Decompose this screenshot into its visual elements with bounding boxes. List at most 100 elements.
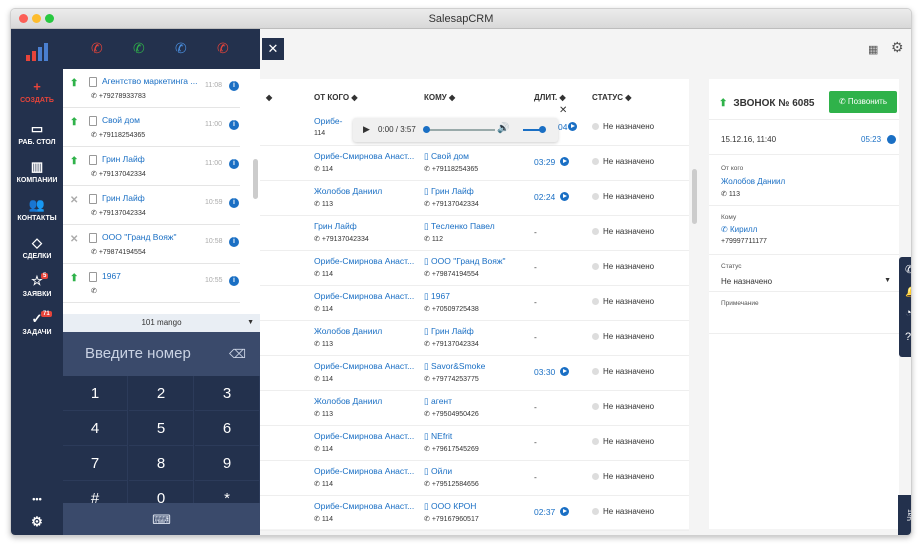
nav-companies[interactable]: ▥ КОМПАНИИ — [11, 159, 63, 184]
notifications-icon[interactable]: ◔9 — [905, 307, 911, 319]
close-dialer-icon[interactable]: ✕ — [262, 38, 284, 60]
table-row[interactable]: Орибе-Смирнова Анаст... ✆ 114 ▯ ООО КРОН ✆ … — [260, 496, 689, 531]
volume-icon[interactable]: 🔊 — [497, 123, 509, 134]
from-name-link[interactable]: Жолобов Даниил — [721, 177, 785, 186]
row-from[interactable]: Грин Лайф — [314, 221, 418, 231]
outgoing-calls-tab-icon[interactable]: ✆ — [175, 40, 187, 57]
info-icon[interactable]: i — [229, 159, 239, 169]
play-icon[interactable] — [560, 507, 569, 516]
keypad-key[interactable]: 5 — [129, 411, 194, 446]
nav-desktop[interactable]: ▭ РАБ. СТОЛ — [11, 121, 63, 146]
row-from[interactable]: Орибе-Смирнова Анаст... — [314, 151, 418, 161]
table-row[interactable]: Орибе-Смирнова Анаст... ✆ 114 ▯ 1967 ✆ +705… — [260, 286, 689, 321]
row-from[interactable]: Орибе-Смирнова Анаст... — [314, 501, 418, 511]
row-from[interactable]: Орибе-Смирнова Анаст... — [314, 466, 418, 476]
row-from[interactable]: Орибе-Смирнова Анаст... — [314, 431, 418, 441]
row-to[interactable]: ▯ ООО КРОН — [424, 501, 520, 512]
incoming-calls-tab-icon[interactable]: ✆ — [133, 40, 145, 57]
row-to[interactable]: ▯ 1967 — [424, 291, 520, 302]
col-header-from[interactable]: ОТ КОГО ◆ — [314, 93, 357, 102]
nav-contacts[interactable]: 👥 КОНТАКТЫ — [11, 197, 63, 222]
call-name[interactable]: Грин Лайф — [102, 193, 200, 203]
progress-track[interactable] — [425, 129, 495, 131]
recent-call-item[interactable]: ✕ Грин Лайф ✆ +79137042334 10:59 i — [63, 186, 240, 225]
play-icon[interactable] — [560, 367, 569, 376]
row-from[interactable]: Жолобов Даниил — [314, 396, 418, 406]
more-button[interactable]: ••• — [11, 494, 63, 504]
recent-call-item[interactable]: ⬆ Агентство маркетинга ... ✆ +79278933783 1… — [63, 69, 240, 108]
recent-call-item[interactable]: ⬆ Свой дом ✆ +79118254365 11:00 i — [63, 108, 240, 147]
settings-icon[interactable]: ⚙ — [891, 39, 904, 56]
info-icon[interactable]: i — [229, 81, 239, 91]
table-row[interactable]: Орибе-Смирнова Анаст... ✆ 114 ▯ ООО "Гранд… — [260, 251, 689, 286]
play-icon[interactable] — [560, 192, 569, 201]
table-row[interactable]: Жолобов Даниил ✆ 113 ▯ Грин Лайф ✆ +7913704… — [260, 181, 689, 216]
recent-call-item[interactable]: ⬆ Грин Лайф ✆ +79137042334 11:00 i — [63, 147, 240, 186]
play-icon[interactable] — [887, 135, 896, 144]
call-name[interactable]: Свой дом — [102, 115, 200, 125]
minimize-window-button[interactable] — [32, 14, 41, 23]
keypad-key[interactable]: 6 — [195, 411, 260, 446]
keypad-key[interactable]: 4 — [63, 411, 128, 446]
help-icon[interactable]: ? — [905, 331, 911, 343]
keypad-key[interactable]: 8 — [129, 446, 194, 481]
bell-icon[interactable]: 🔔 — [905, 285, 911, 298]
keypad-key[interactable]: 7 — [63, 446, 128, 481]
status-select[interactable]: Не назначено ▼ — [721, 277, 891, 286]
recent-call-item[interactable]: ⬆ 1967 ✆ 10:55 i — [63, 264, 240, 303]
call-name[interactable]: Агентство маркетинга ... — [102, 76, 200, 86]
keypad-key[interactable]: 2 — [129, 376, 194, 411]
row-to[interactable]: ▯ Savor&Smoke — [424, 361, 520, 372]
chat-button[interactable]: Чат — [898, 495, 911, 535]
col-header-to[interactable]: КОМУ ◆ — [424, 93, 455, 102]
recent-call-item[interactable]: ✕ ООО "Гранд Вояж" ✆ +79874194554 10:58 i — [63, 225, 240, 264]
row-from[interactable]: Орибе-Смирнова Анаст... — [314, 256, 418, 266]
number-input[interactable]: Введите номер ⌫ — [63, 332, 260, 376]
line-select[interactable]: 101 mango ▼ — [63, 314, 260, 332]
row-to[interactable]: ▯ агент — [424, 396, 520, 407]
table-row[interactable]: Жолобов Даниил ✆ 113 ▯ Грин Лайф ✆ +7913704… — [260, 321, 689, 356]
row-to[interactable]: ▯ Ойли — [424, 466, 520, 477]
maximize-window-button[interactable] — [45, 14, 54, 23]
call-button[interactable]: ✆ Позвонить — [829, 91, 897, 113]
backspace-icon[interactable]: ⌫ — [229, 332, 246, 376]
row-to[interactable]: ▯ NEfrit — [424, 431, 520, 442]
table-row[interactable]: Орибе-Смирнова Анаст... ✆ 114 ▯ Savor&Smok… — [260, 356, 689, 391]
row-to[interactable]: ▯ Грин Лайф — [424, 186, 520, 197]
calls-scrollbar[interactable] — [253, 159, 258, 199]
col-header-status[interactable]: СТАТУС ◆ — [592, 93, 631, 102]
close-window-button[interactable] — [19, 14, 28, 23]
table-row[interactable]: Орибе-Смирнова Анаст... ✆ 114 ▯ Свой дом ✆ … — [260, 146, 689, 181]
nav-create[interactable]: + СОЗДАТЬ — [11, 79, 63, 104]
play-icon[interactable] — [560, 157, 569, 166]
info-icon[interactable]: i — [229, 198, 239, 208]
missed-calls-tab-icon[interactable]: ✆ — [217, 40, 229, 57]
nav-deals[interactable]: ◇ СДЕЛКИ — [11, 235, 63, 260]
grid-view-icon[interactable]: ▦ — [868, 43, 878, 56]
table-row[interactable]: Орибе-Смирнова Анаст... ✆ 114 ▯ Ойли ✆ +795… — [260, 461, 689, 496]
call-name[interactable]: Грин Лайф — [102, 154, 200, 164]
call-name[interactable]: 1967 — [102, 271, 200, 281]
row-from[interactable]: Жолобов Даниил — [314, 186, 418, 196]
info-icon[interactable]: i — [229, 120, 239, 130]
table-row[interactable]: Орибе-Смирнова Анаст... ✆ 114 ▯ NEfrit ✆ +7… — [260, 426, 689, 461]
play-icon[interactable]: ▶ — [363, 124, 370, 135]
row-from[interactable]: Орибе-Смирнова Анаст... — [314, 291, 418, 301]
row-from[interactable]: Жолобов Даниил — [314, 326, 418, 336]
row-to[interactable]: ▯ Свой дом — [424, 151, 520, 162]
play-icon[interactable] — [568, 122, 577, 131]
row-from[interactable]: Орибе-Смирнова Анаст... — [314, 361, 418, 371]
table-row[interactable]: Грин Лайф ✆ +79137042334 ▯ Тесленко Павел ✆… — [260, 216, 689, 251]
close-player-icon[interactable]: ✕ — [559, 105, 567, 116]
info-icon[interactable]: i — [229, 237, 239, 247]
nav-tasks[interactable]: ✓ 71 ЗАДАЧИ — [11, 311, 63, 336]
row-to[interactable]: ▯ Тесленко Павел — [424, 221, 520, 232]
col-header-duration[interactable]: ДЛИТ. ◆ — [534, 93, 566, 102]
info-icon[interactable]: i — [229, 276, 239, 286]
note-field[interactable] — [709, 333, 899, 334]
keypad-key[interactable]: 1 — [63, 376, 128, 411]
settings-gear-icon[interactable]: ⚙ — [11, 514, 63, 530]
nav-requests[interactable]: ☆ 5 ЗАЯВКИ — [11, 273, 63, 298]
row-to[interactable]: ▯ Грин Лайф — [424, 326, 520, 337]
table-row[interactable]: Жолобов Даниил ✆ 113 ▯ агент ✆ +79504950426… — [260, 391, 689, 426]
